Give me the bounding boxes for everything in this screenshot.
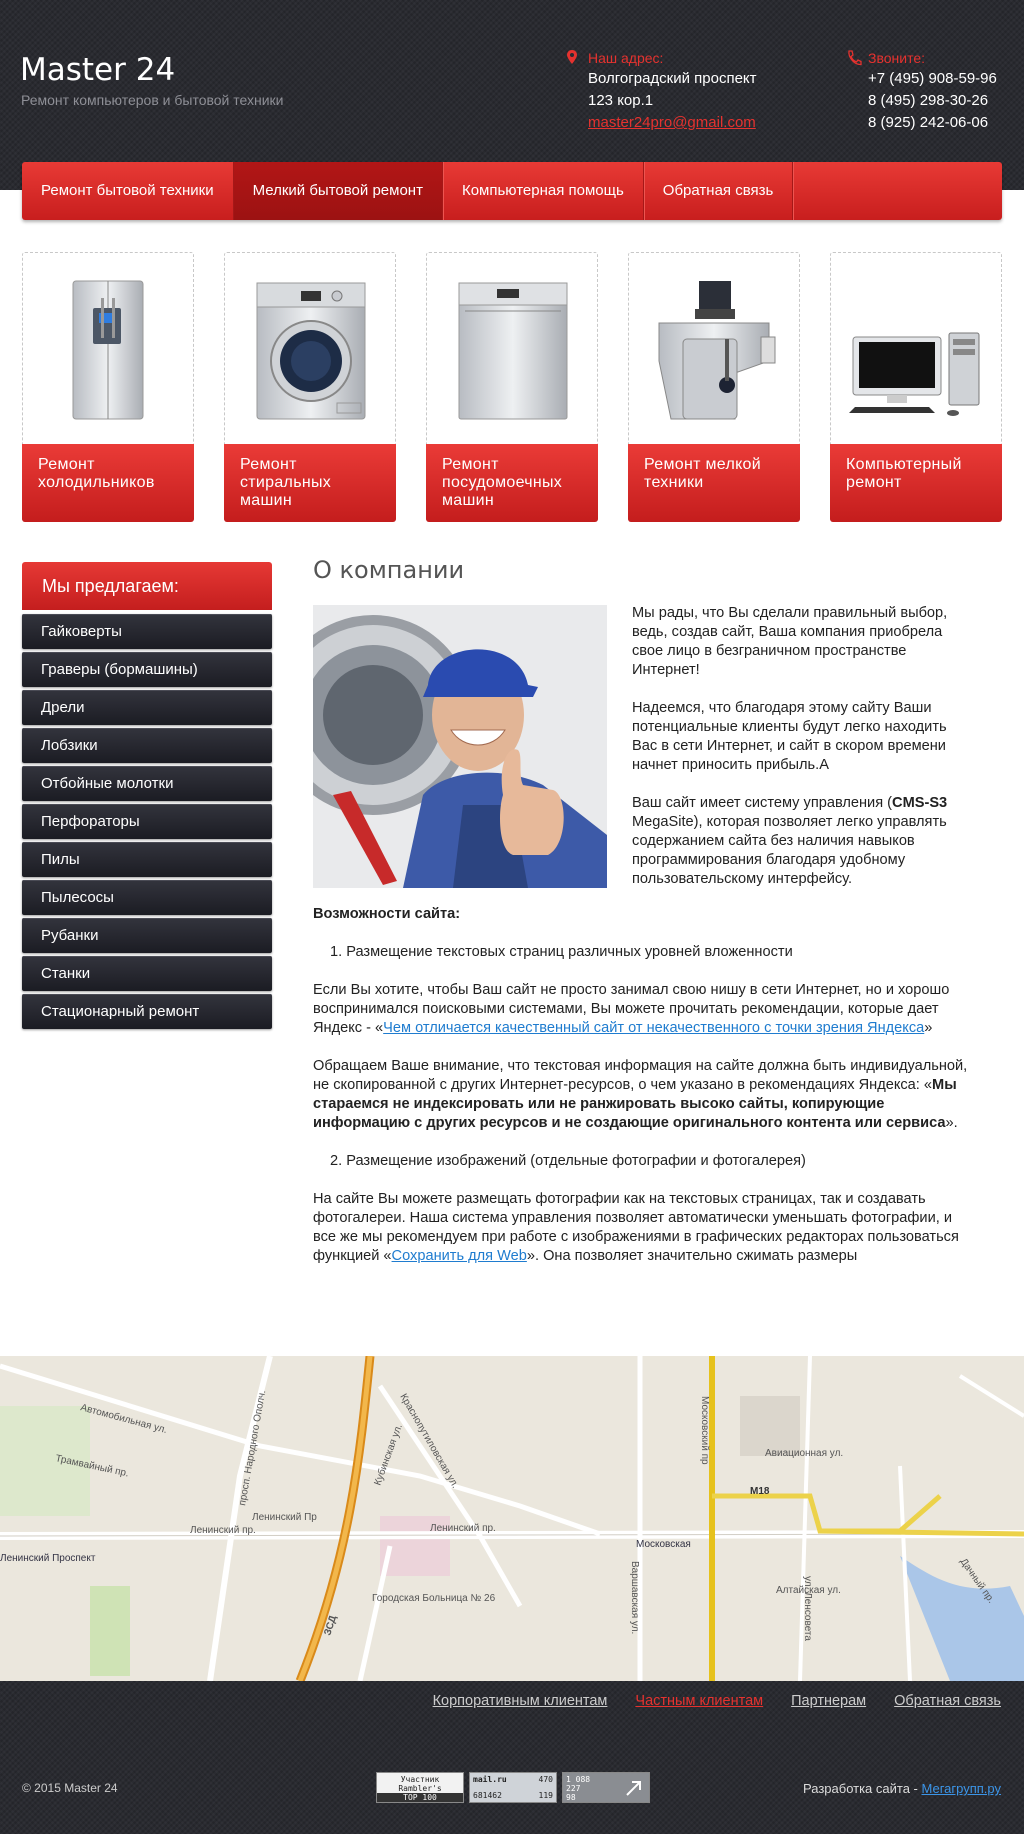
category-card[interactable]: Ремонт мелкой техники [628, 252, 800, 522]
site-footer: Корпоративным клиентам Частным клиентам … [0, 1681, 1024, 1834]
list-item: 1. Размещение текстовых страниц различны… [330, 944, 793, 960]
fridge-icon [72, 280, 144, 420]
category-card[interactable]: Ремонт посудомоечных машин [426, 252, 598, 522]
category-card[interactable]: Ремонт холодильников [22, 252, 194, 522]
nav-item-small-repair[interactable]: Мелкий бытовой ремонт [233, 162, 443, 220]
dishwasher-icon [458, 282, 568, 420]
sidebar-item[interactable]: Пилы [22, 842, 272, 877]
intro-paragraph: Мы рады, что Вы сделали правильный выбор… [632, 605, 948, 678]
address-line: 123 кор.1 [588, 92, 654, 109]
features-heading: Возможности сайта: [313, 906, 461, 922]
sidebar-item[interactable]: Стационарный ремонт [22, 994, 272, 1029]
list-item: 2. Размещение изображений (отдельные фот… [330, 1153, 806, 1169]
footer-link-partners[interactable]: Партнерам [791, 1693, 866, 1709]
sidebar-item[interactable]: Гайковерты [22, 614, 272, 649]
intro-paragraph: Надеемся, что благодаря этому сайту Ваши… [632, 700, 947, 773]
developer-link[interactable]: Мегагрупп.ру [922, 1781, 1002, 1796]
map-label: Ленинский пр. [190, 1525, 256, 1536]
article-body: Возможности сайта: 1. Размещение текстов… [313, 905, 973, 1285]
phone-label: Звоните: [868, 50, 926, 66]
sidebar-item[interactable]: Лобзики [22, 728, 272, 763]
map-label: Московский пр [699, 1396, 710, 1465]
sidebar-item[interactable]: Дрели [22, 690, 272, 725]
rambler-counter[interactable]: Участник Rambler's TOP 100 [376, 1772, 464, 1803]
nav-item-feedback[interactable]: Обратная связь [644, 162, 794, 220]
map-label: Ленинский Проспект [0, 1553, 96, 1564]
category-card[interactable]: Ремонт стиральных машин [224, 252, 396, 522]
sidebar-item[interactable]: Пылесосы [22, 880, 272, 915]
site-subtitle: Ремонт компьютеров и бытовой техники [21, 92, 284, 108]
site-title[interactable]: Master 24 [20, 52, 175, 88]
phone-number: 8 (495) 298-30-26 [868, 92, 989, 109]
phone-number: +7 (495) 908-59-96 [868, 70, 997, 87]
juicer-icon [658, 281, 776, 420]
map-label: Городская Больница № 26 [372, 1593, 496, 1604]
location-map[interactable]: Автомобильная ул. Трамвайный пр. просп. … [0, 1356, 1024, 1681]
intro-paragraph: Ваш сайт имеет систему управления (CMS-S… [632, 795, 948, 887]
category-label: Ремонт стиральных машин [224, 444, 396, 522]
repairman-photo [313, 605, 607, 888]
intro-text: Мы рады, что Вы сделали правильный выбор… [632, 604, 962, 908]
counters: Участник Rambler's TOP 100 mail.ru 470 6… [376, 1772, 650, 1803]
sidebar-item[interactable]: Отбойные молотки [22, 766, 272, 801]
paragraph: На сайте Вы можете размещать фотографии … [313, 1191, 959, 1264]
phone-block: Звоните: +7 (495) 908-59-96 8 (495) 298-… [846, 48, 997, 134]
address-label: Наш адрес: [588, 50, 664, 66]
footer-nav: Корпоративным клиентам Частным клиентам … [433, 1693, 1001, 1709]
paragraph: Если Вы хотите, чтобы Ваш сайт не просто… [313, 982, 950, 1036]
map-label: Варшавская ул. [629, 1561, 640, 1634]
liveinternet-counter[interactable]: 1 088 227 98 [562, 1772, 650, 1803]
category-label: Ремонт холодильников [22, 444, 194, 522]
footer-link-corporate[interactable]: Корпоративным клиентам [433, 1693, 608, 1709]
arrow-icon [626, 1781, 641, 1796]
mailru-counter[interactable]: mail.ru 470 681462 119 [469, 1772, 557, 1803]
phone-number: 8 (925) 242-06-06 [868, 114, 989, 131]
email-link[interactable]: master24pro@gmail.com [588, 112, 757, 134]
map-label: ул. Ленсовета [802, 1576, 813, 1641]
category-label: Компьютерный ремонт [830, 444, 1002, 522]
category-card[interactable]: Компьютерный ремонт [830, 252, 1002, 522]
paragraph: Обращаем Ваше внимание, что текстовая ин… [313, 1058, 968, 1131]
phone-icon [848, 50, 862, 66]
map-label: Авиационная ул. [765, 1448, 843, 1459]
map-label: Ленинский Пр [252, 1512, 317, 1523]
map-label: М18 [750, 1486, 770, 1497]
yandex-quality-link[interactable]: Чем отличается качественный сайт от нека… [383, 1020, 924, 1036]
sidebar-item[interactable]: Перфораторы [22, 804, 272, 839]
map-pin-icon [567, 50, 577, 64]
sidebar-heading: Мы предлагаем: [22, 562, 272, 610]
sidebar-item[interactable]: Граверы (бормашины) [22, 652, 272, 687]
nav-item-appliance-repair[interactable]: Ремонт бытовой техники [22, 162, 234, 220]
computer-icon [849, 332, 980, 416]
nav-item-computer-help[interactable]: Компьютерная помощь [443, 162, 644, 220]
page-title: О компании [313, 556, 465, 584]
footer-link-feedback[interactable]: Обратная связь [894, 1693, 1001, 1709]
sidebar-item[interactable]: Рубанки [22, 918, 272, 953]
map-label: Московская [636, 1539, 691, 1550]
developer-credit: Разработка сайта - Мегагрупп.ру [803, 1781, 1001, 1796]
main-nav: Ремонт бытовой техники Мелкий бытовой ре… [22, 162, 1002, 220]
category-cards: Ремонт холодильников Ремонт стиральных м… [22, 252, 1002, 522]
sidebar-item[interactable]: Станки [22, 956, 272, 991]
address-line: Волгоградский проспект [588, 70, 757, 87]
category-label: Ремонт мелкой техники [628, 444, 800, 522]
footer-link-private[interactable]: Частным клиентам [635, 1693, 763, 1709]
address-block: Наш адрес: Волгоградский проспект 123 ко… [566, 48, 757, 134]
sidebar-menu: Гайковерты Граверы (бормашины) Дрели Лоб… [22, 614, 272, 1032]
save-for-web-link[interactable]: Сохранить для Web [392, 1248, 527, 1264]
map-label: Ленинский пр. [430, 1523, 496, 1534]
copyright: © 2015 Master 24 [22, 1781, 118, 1795]
category-label: Ремонт посудомоечных машин [426, 444, 598, 522]
washing-machine-icon [256, 282, 366, 420]
